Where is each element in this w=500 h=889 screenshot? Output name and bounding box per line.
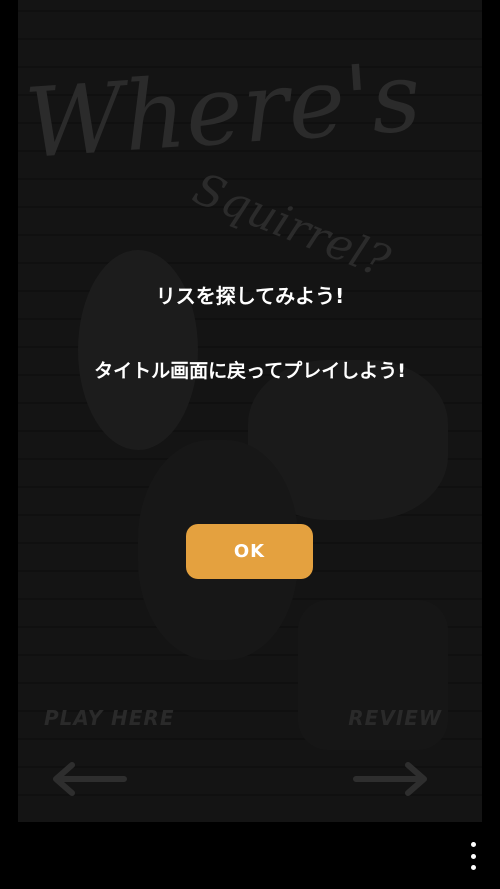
dialog-message-secondary: タイトル画面に戻ってプレイしよう!	[94, 360, 406, 382]
game-screen: Where's Squirrel? PLAY HERE REVIEW リスを探し…	[0, 0, 500, 889]
more-vertical-icon[interactable]	[468, 842, 478, 870]
system-bottom-bar	[0, 822, 500, 889]
ok-button[interactable]: OK	[186, 524, 313, 579]
dialog-message-primary: リスを探してみよう!	[155, 284, 345, 308]
message-dialog: リスを探してみよう! タイトル画面に戻ってプレイしよう! OK	[0, 0, 500, 822]
